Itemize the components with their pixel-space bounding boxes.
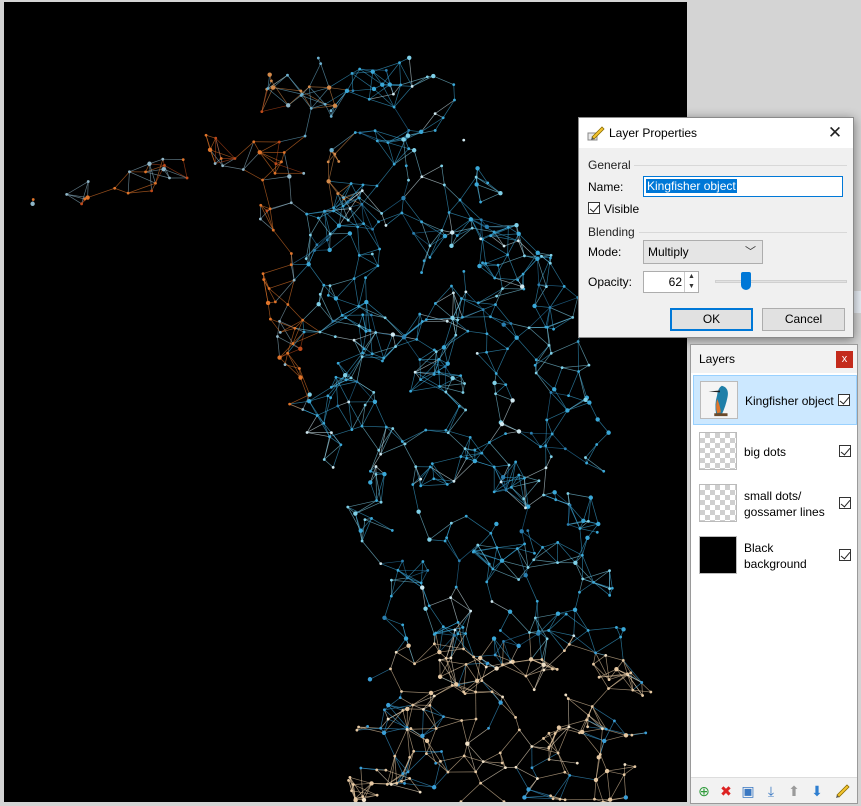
layer-visibility-checkbox[interactable] xyxy=(839,445,851,457)
layers-panel: Layers x Kingfisher object big dots smal… xyxy=(690,344,858,804)
layer-name: big dots xyxy=(744,445,787,459)
chevron-down-icon: ﹀ xyxy=(745,246,756,258)
duplicate-layer-icon[interactable]: ▣ xyxy=(739,782,757,800)
opacity-slider[interactable] xyxy=(715,272,847,290)
layer-name: Kingfisher object xyxy=(745,394,834,408)
layer-name: small dots/ gossamer lines xyxy=(744,489,825,519)
layers-toolbar: ⊕ ✖ ▣ ⤓ ⬆ ⬇ xyxy=(691,777,857,803)
visible-label: Visible xyxy=(604,202,640,216)
visible-checkbox[interactable] xyxy=(588,202,600,214)
layer-row-black-background[interactable]: Black background xyxy=(693,531,857,581)
blend-mode-value: Multiply xyxy=(648,245,689,259)
layers-panel-title: Layers xyxy=(699,352,736,366)
general-group-label: General xyxy=(588,158,631,172)
layer-properties-icon xyxy=(587,126,605,141)
layer-name-input[interactable]: Kingfisher object xyxy=(643,176,843,197)
opacity-value: 62 xyxy=(668,275,682,289)
layer-properties-icon[interactable] xyxy=(833,782,851,800)
opacity-spinbox[interactable]: 62 ▲ ▼ xyxy=(643,271,699,293)
close-icon[interactable]: x xyxy=(836,351,853,368)
divider xyxy=(639,232,847,233)
move-layer-down-icon[interactable]: ⬇ xyxy=(808,782,826,800)
add-layer-icon[interactable]: ⊕ xyxy=(695,782,713,800)
transparent-thumbnail xyxy=(699,432,737,470)
move-layer-up-icon[interactable]: ⬆ xyxy=(785,782,803,800)
layer-row-kingfisher-object[interactable]: Kingfisher object xyxy=(693,375,857,425)
blending-group-label: Blending xyxy=(588,225,635,239)
layer-visibility-checkbox[interactable] xyxy=(838,394,850,406)
divider xyxy=(634,165,847,166)
delete-layer-icon[interactable]: ✖ xyxy=(717,782,735,800)
mode-label: Mode: xyxy=(588,245,622,259)
ok-button[interactable]: OK xyxy=(670,308,753,331)
cancel-button[interactable]: Cancel xyxy=(762,308,845,331)
merge-layer-down-icon[interactable]: ⤓ xyxy=(762,782,780,800)
layer-properties-dialog: Layer Properties ✕ General Name: Kingfis… xyxy=(578,117,854,338)
layers-panel-header[interactable]: Layers x xyxy=(691,345,857,373)
name-label: Name: xyxy=(588,180,624,194)
layer-row-big-dots[interactable]: big dots xyxy=(693,427,857,477)
layer-name: Black background xyxy=(744,541,807,571)
opacity-label: Opacity: xyxy=(588,275,633,289)
black-thumbnail xyxy=(699,536,737,574)
transparent-thumbnail xyxy=(699,484,737,522)
slider-thumb[interactable] xyxy=(741,272,752,290)
close-icon[interactable]: ✕ xyxy=(825,123,845,143)
kingfisher-thumbnail xyxy=(700,381,738,419)
blend-mode-select[interactable]: Multiply ﹀ xyxy=(643,240,763,264)
dialog-titlebar[interactable]: Layer Properties ✕ xyxy=(579,118,853,148)
layer-visibility-checkbox[interactable] xyxy=(839,549,851,561)
spin-arrows-icon[interactable]: ▲ ▼ xyxy=(684,272,698,292)
layer-row-small-dots[interactable]: small dots/ gossamer lines xyxy=(693,479,857,529)
layer-name-value: Kingfisher object xyxy=(646,179,737,193)
layer-visibility-checkbox[interactable] xyxy=(839,497,851,509)
dialog-title: Layer Properties xyxy=(609,126,698,140)
slider-track xyxy=(715,280,847,283)
